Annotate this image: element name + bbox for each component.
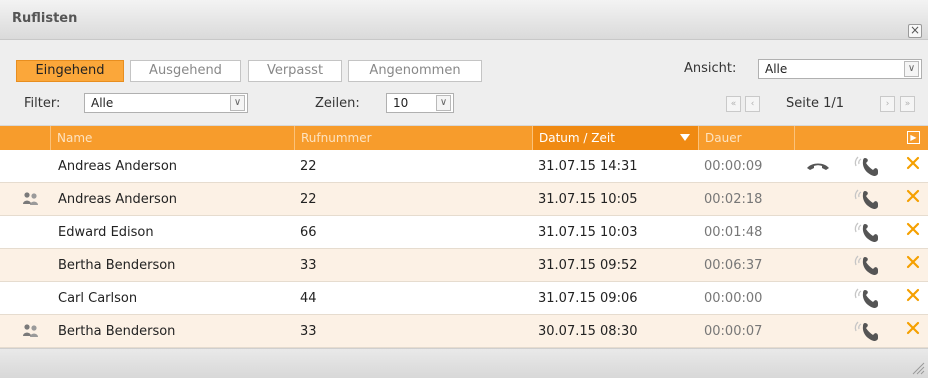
call-duration: 00:02:18 xyxy=(704,192,763,207)
window-title: Ruflisten xyxy=(12,11,78,26)
page-indicator: Seite 1/1 xyxy=(786,96,845,111)
caller-name: Edward Edison xyxy=(58,225,154,240)
filter-select-value: Alle xyxy=(91,96,114,110)
caller-number: 22 xyxy=(300,159,317,174)
table-row[interactable]: Bertha Benderson 33 31.07.15 09:52 00:06:37 xyxy=(0,249,928,282)
delete-icon[interactable] xyxy=(906,255,920,273)
delete-icon[interactable] xyxy=(906,156,920,174)
filter-bar: Filter: Alle ∨ Zeilen: 10 ∨ « ‹ Seite 1/… xyxy=(0,84,928,126)
tab-missed[interactable]: Verpasst xyxy=(248,60,342,82)
delete-icon[interactable] xyxy=(906,321,920,339)
col-duration[interactable]: Dauer xyxy=(698,126,794,150)
call-back-icon[interactable] xyxy=(852,221,880,247)
caller-number: 33 xyxy=(300,258,317,273)
call-duration: 00:06:37 xyxy=(704,258,763,273)
chevron-down-icon: ∨ xyxy=(436,95,451,111)
call-back-icon[interactable] xyxy=(852,188,880,214)
col-actions: ▶ xyxy=(794,126,928,150)
caller-name: Bertha Benderson xyxy=(58,324,176,339)
filter-label: Filter: xyxy=(24,96,61,111)
call-duration: 00:01:48 xyxy=(704,225,763,240)
next-page-icon[interactable]: › xyxy=(880,96,895,112)
column-menu-icon[interactable]: ▶ xyxy=(907,131,920,144)
tab-outgoing[interactable]: Ausgehend xyxy=(130,60,241,82)
table-row[interactable]: Edward Edison 66 31.07.15 10:03 00:01:48 xyxy=(0,216,928,249)
call-datetime: 31.07.15 09:52 xyxy=(538,258,638,273)
first-page-icon[interactable]: « xyxy=(726,96,741,112)
footer-bar xyxy=(0,348,928,378)
rows-label: Zeilen: xyxy=(315,96,360,111)
table-row[interactable]: Andreas Anderson 22 31.07.15 14:31 00:00:09 xyxy=(0,150,928,183)
call-datetime: 31.07.15 09:06 xyxy=(538,291,638,306)
call-datetime: 31.07.15 10:05 xyxy=(538,192,638,207)
table-row[interactable]: Carl Carlson 44 31.07.15 09:06 00:00:00 xyxy=(0,282,928,315)
tab-bar: Eingehend Ausgehend Verpasst Angenommen … xyxy=(0,40,928,84)
view-label: Ansicht: xyxy=(684,61,737,76)
contact-icon xyxy=(22,323,40,343)
tab-answered[interactable]: Angenommen xyxy=(348,60,482,82)
rows-select[interactable]: 10 ∨ xyxy=(386,93,454,113)
close-icon[interactable]: × xyxy=(908,24,922,38)
view-select-value: Alle xyxy=(765,62,788,76)
sort-desc-icon xyxy=(680,134,690,141)
col-datetime-label: Datum / Zeit xyxy=(539,131,615,145)
chevron-down-icon: ∨ xyxy=(230,95,245,111)
view-select[interactable]: Alle ∨ xyxy=(758,59,922,79)
caller-name: Carl Carlson xyxy=(58,291,138,306)
rows-select-value: 10 xyxy=(393,96,409,110)
chevron-down-icon: ∨ xyxy=(904,61,919,77)
caller-number: 33 xyxy=(300,324,317,339)
tab-incoming[interactable]: Eingehend xyxy=(16,60,124,82)
delete-icon[interactable] xyxy=(906,222,920,240)
delete-icon[interactable] xyxy=(906,189,920,207)
delete-icon[interactable] xyxy=(906,288,920,306)
col-number[interactable]: Rufnummer xyxy=(294,126,532,150)
call-duration: 00:00:00 xyxy=(704,291,763,306)
table-row[interactable]: Bertha Benderson 33 30.07.15 08:30 00:00:07 xyxy=(0,315,928,348)
caller-number: 66 xyxy=(300,225,317,240)
call-back-icon[interactable] xyxy=(852,155,880,181)
call-back-icon[interactable] xyxy=(852,320,880,346)
call-datetime: 31.07.15 10:03 xyxy=(538,225,638,240)
col-name[interactable]: Name xyxy=(50,126,294,150)
caller-name: Bertha Benderson xyxy=(58,258,176,273)
caller-name: Andreas Anderson xyxy=(58,192,178,207)
call-list-window: Ruflisten × Eingehend Ausgehend Verpasst… xyxy=(0,0,928,378)
caller-number: 44 xyxy=(300,291,317,306)
prev-page-icon[interactable]: ‹ xyxy=(745,96,760,112)
resize-grip-icon[interactable] xyxy=(911,361,925,375)
call-back-icon[interactable] xyxy=(852,287,880,313)
col-datetime[interactable]: Datum / Zeit xyxy=(532,126,698,150)
caller-number: 22 xyxy=(300,192,317,207)
hangup-icon[interactable] xyxy=(806,161,830,176)
filter-select[interactable]: Alle ∨ xyxy=(84,93,248,113)
table-header: Name Rufnummer Datum / Zeit Dauer ▶ xyxy=(0,126,928,150)
call-datetime: 31.07.15 14:31 xyxy=(538,159,638,174)
contact-icon xyxy=(22,191,40,211)
call-datetime: 30.07.15 08:30 xyxy=(538,324,638,339)
call-duration: 00:00:07 xyxy=(704,324,763,339)
caller-name: Andreas Anderson xyxy=(58,159,178,174)
table-row[interactable]: Andreas Anderson 22 31.07.15 10:05 00:02:18 xyxy=(0,183,928,216)
title-bar: Ruflisten × xyxy=(0,0,928,40)
call-duration: 00:00:09 xyxy=(704,159,763,174)
call-back-icon[interactable] xyxy=(852,254,880,280)
last-page-icon[interactable]: » xyxy=(900,96,915,112)
